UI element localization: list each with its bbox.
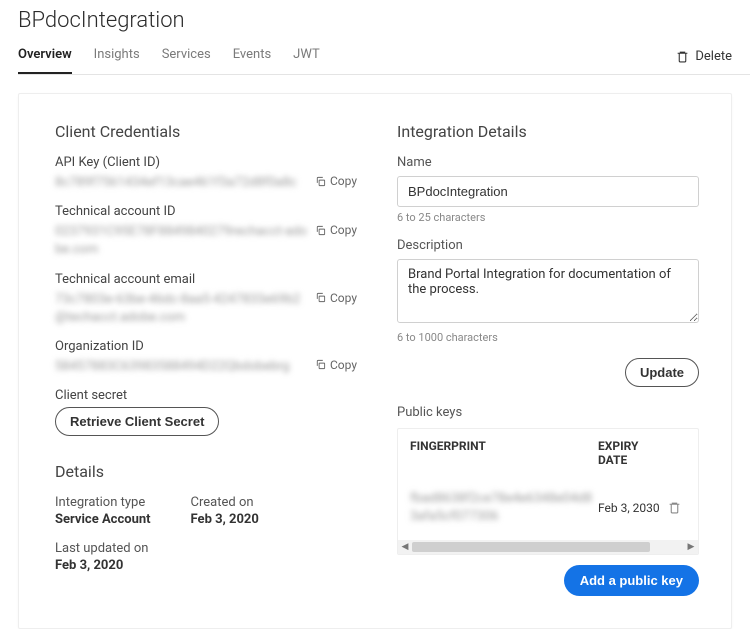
copy-org-id-button[interactable]: Copy [315,358,357,372]
client-credentials-col: Client Credentials API Key (Client ID) 8… [55,122,357,596]
add-public-key-button[interactable]: Add a public key [564,565,699,596]
copy-icon [315,176,326,187]
copy-label: Copy [330,358,357,372]
name-label: Name [397,155,699,170]
integration-details-title: Integration Details [397,122,699,141]
created-on-value: Feb 3, 2020 [191,512,259,527]
delete-button[interactable]: Delete [676,49,732,64]
copy-label: Copy [330,223,357,237]
copy-tech-email-button[interactable]: Copy [315,291,357,305]
copy-tech-id-button[interactable]: Copy [315,223,357,237]
updated-on-label: Last updated on [55,541,148,556]
copy-api-key-button[interactable]: Copy [315,174,357,188]
integration-type-value: Service Account [55,512,151,527]
details-title: Details [55,462,357,481]
api-key-label: API Key (Client ID) [55,155,357,170]
updated-on-value: Feb 3, 2020 [55,558,148,573]
api-key-value: 8c789f7561434ef13cae461f3a72d8f0a8c [55,174,307,192]
update-button[interactable]: Update [625,358,699,387]
table-row: fbad8638f2ce78e4e6348e04d83afa5cf077306 … [398,478,698,540]
copy-label: Copy [330,291,357,305]
description-input[interactable] [397,259,699,323]
org-id-value: 58457883C63983588494D22Qbdobebrg [55,358,307,376]
col-fingerprint: FINGERPRINT [410,439,598,468]
copy-icon [315,292,326,303]
header-row: Overview Insights Services Events JWT De… [18,39,750,75]
tab-jwt[interactable]: JWT [293,39,320,74]
fingerprint-value: fbad8638f2ce78e4e6348e04d83afa5cf077306 [410,491,592,524]
name-input[interactable] [397,176,699,207]
page-title: BPdocIntegration [18,8,750,33]
client-secret-label: Client secret [55,388,357,403]
created-on-label: Created on [191,495,259,510]
name-hint: 6 to 25 characters [397,211,699,224]
tabs: Overview Insights Services Events JWT [18,39,320,74]
horizontal-scrollbar[interactable] [398,540,698,554]
main-panel: Client Credentials API Key (Client ID) 8… [18,93,732,629]
tab-insights[interactable]: Insights [94,39,140,74]
integration-details-col: Integration Details Name 6 to 25 charact… [397,122,699,596]
public-keys-label: Public keys [397,405,699,420]
trash-icon [668,501,681,514]
trash-icon [676,50,689,63]
retrieve-secret-button[interactable]: Retrieve Client Secret [55,407,219,436]
client-credentials-title: Client Credentials [55,122,357,141]
tech-email-value: 73c7803e-63be-46dc-8aa5-4247833e69b2@tec… [55,291,307,327]
copy-label: Copy [330,174,357,188]
tech-id-value: 0237931C95E78F8849840279rechacct-adobe.c… [55,223,307,259]
copy-icon [315,225,326,236]
tech-id-label: Technical account ID [55,204,357,219]
expiry-value: Feb 3, 2030 [598,501,662,515]
description-hint: 6 to 1000 characters [397,331,699,344]
tab-overview[interactable]: Overview [18,39,72,74]
delete-key-button[interactable] [662,501,686,514]
delete-label: Delete [695,49,732,64]
org-id-label: Organization ID [55,339,357,354]
tab-events[interactable]: Events [233,39,271,74]
copy-icon [315,359,326,370]
description-label: Description [397,238,699,253]
col-expiry: EXPIRY DATE [598,439,662,468]
tab-services[interactable]: Services [162,39,211,74]
integration-type-label: Integration type [55,495,151,510]
tech-email-label: Technical account email [55,272,357,287]
public-keys-table: FINGERPRINT EXPIRY DATE fbad8638f2ce78e4… [397,428,699,555]
